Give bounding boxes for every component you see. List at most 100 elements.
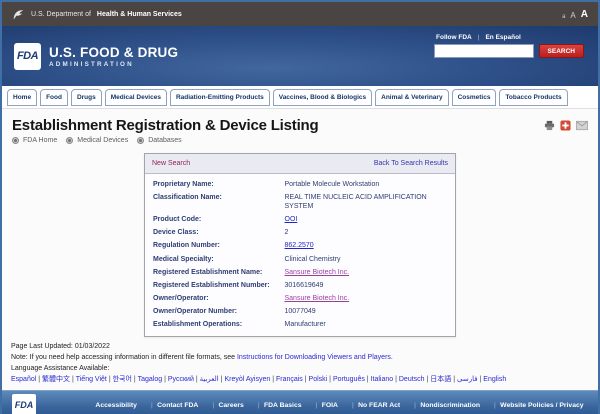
row-value[interactable]: Sansure Biotech Inc.	[285, 295, 350, 302]
table-row: Proprietary Name: Portable Molecule Work…	[145, 178, 455, 191]
nav-tab[interactable]: Cosmetics	[452, 89, 497, 106]
footer-link[interactable]: No FEAR Act	[358, 402, 416, 409]
language-link[interactable]: 한국어	[113, 376, 132, 383]
row-value: Portable Molecule Workstation	[285, 181, 380, 188]
device-detail-table: Proprietary Name: Portable Molecule Work…	[145, 178, 455, 331]
row-label: Owner/Operator Number:	[145, 305, 285, 318]
breadcrumb-bullet-icon	[66, 137, 73, 144]
footer-link[interactable]: Careers	[218, 402, 259, 409]
language-link[interactable]: العربية	[200, 376, 219, 383]
language-link[interactable]: 繁體中文	[42, 376, 70, 383]
email-icon[interactable]	[576, 120, 588, 131]
footer-link[interactable]: FOIA	[322, 402, 354, 409]
nav-tab[interactable]: Drugs	[71, 89, 102, 106]
language-link[interactable]: فارسی	[457, 376, 478, 383]
fda-title: U.S. FOOD & DRUG ADMINISTRATION	[49, 45, 178, 68]
row-value: 3016619649	[285, 282, 324, 289]
table-row: Registered Establishment Name: Sansure B…	[145, 266, 455, 279]
footer-link[interactable]: FDA Basics	[264, 402, 317, 409]
font-size-small-button[interactable]: a	[562, 14, 565, 20]
language-link[interactable]: Polski	[309, 376, 328, 383]
language-link[interactable]: Français	[276, 376, 303, 383]
footer-bar: FDA Accessibility Contact FDA Careers FD…	[2, 390, 598, 414]
share-icon[interactable]	[560, 120, 571, 131]
language-link[interactable]: Русский	[168, 376, 194, 383]
page-action-icons	[544, 120, 588, 131]
main-nav: Home Food Drugs Medical Devices Radiatio…	[2, 86, 598, 109]
row-label: Regulation Number:	[145, 239, 285, 252]
breadcrumb-item[interactable]: Medical Devices	[66, 137, 128, 144]
hhs-department-link[interactable]: U.S. Department of Health & Human Servic…	[12, 8, 182, 21]
fda-title-line2: ADMINISTRATION	[49, 61, 178, 68]
row-label: Registered Establishment Number:	[145, 279, 285, 292]
fda-logo[interactable]: FDA	[14, 43, 41, 70]
print-icon[interactable]	[544, 120, 555, 131]
row-value[interactable]: OOI	[285, 216, 298, 223]
nav-tab[interactable]: Animal & Veterinary	[375, 89, 448, 106]
row-value: Clinical Chemistry	[285, 256, 341, 263]
row-label: Product Code:	[145, 213, 285, 226]
footer-link[interactable]: Contact FDA	[157, 402, 214, 409]
search-input[interactable]	[434, 44, 534, 58]
search-button[interactable]: SEARCH	[539, 44, 584, 58]
header-link-separator: |	[478, 34, 480, 41]
font-size-medium-button[interactable]: A	[570, 11, 575, 20]
table-row: Medical Specialty: Clinical Chemistry	[145, 253, 455, 266]
page: U.S. Department of Health & Human Servic…	[0, 0, 600, 414]
breadcrumb-bullet-icon	[12, 137, 19, 144]
row-label: Device Class:	[145, 226, 285, 239]
nav-tab[interactable]: Radiation-Emitting Products	[170, 89, 270, 106]
language-link[interactable]: Kreyòl Ayisyen	[224, 376, 270, 383]
breadcrumb-bullet-icon	[137, 137, 144, 144]
font-size-large-button[interactable]: A	[581, 9, 588, 20]
language-link[interactable]: Português	[333, 376, 365, 383]
breadcrumb: FDA Home Medical Devices Databases	[12, 137, 318, 144]
row-label: Proprietary Name:	[145, 178, 285, 191]
follow-fda-link[interactable]: Follow FDA	[436, 34, 472, 41]
breadcrumb-label: FDA Home	[23, 137, 57, 144]
row-value: Manufacturer	[285, 321, 326, 328]
language-link[interactable]: Italiano	[371, 376, 394, 383]
en-espanol-link[interactable]: En Español	[485, 34, 520, 41]
nav-tab[interactable]: Home	[7, 89, 37, 106]
table-row: Device Class: 2	[145, 226, 455, 239]
nav-tab[interactable]: Tobacco Products	[499, 89, 567, 106]
fda-title-line1: U.S. FOOD & DRUG	[49, 45, 178, 60]
row-value: 2	[285, 229, 289, 236]
row-value[interactable]: 862.2570	[285, 242, 314, 249]
new-search-link[interactable]: New Search	[152, 160, 190, 167]
main-content: Establishment Registration & Device List…	[2, 109, 598, 337]
panel-header: New Search Back To Search Results	[145, 154, 455, 174]
row-value[interactable]: Sansure Biotech Inc.	[285, 269, 350, 276]
language-link[interactable]: Tagalog	[138, 376, 163, 383]
footer-info: Page Last Updated: 01/03/2022 Note: If y…	[2, 337, 598, 389]
language-link[interactable]: Español	[11, 376, 36, 383]
footer-link[interactable]: Accessibility	[95, 402, 152, 409]
row-label: Registered Establishment Name:	[145, 266, 285, 279]
note-text: Note: If you need help accessing informa…	[11, 354, 237, 361]
hhs-dept-prefix: U.S. Department of	[31, 11, 91, 18]
language-link[interactable]: Deutsch	[399, 376, 425, 383]
language-link[interactable]: Tiếng Việt	[76, 376, 107, 383]
language-link[interactable]: 日本語	[430, 376, 451, 383]
nav-tab[interactable]: Medical Devices	[105, 89, 167, 106]
back-to-search-results-link[interactable]: Back To Search Results	[374, 160, 448, 167]
footer-link[interactable]: Website Policies / Privacy	[500, 402, 583, 409]
table-row: Owner/Operator: Sansure Biotech Inc.	[145, 292, 455, 305]
language-link[interactable]: English	[483, 376, 506, 383]
hhs-bar: U.S. Department of Health & Human Servic…	[2, 2, 598, 26]
breadcrumb-item[interactable]: Databases	[137, 137, 181, 144]
device-listing-panel: New Search Back To Search Results Propri…	[144, 153, 456, 337]
footer-links: Accessibility Contact FDA Careers FDA Ba…	[91, 402, 588, 409]
breadcrumb-item[interactable]: FDA Home	[12, 137, 57, 144]
viewers-players-link[interactable]: Instructions for Downloading Viewers and…	[237, 354, 393, 361]
footer-fda-logo[interactable]: FDA	[12, 394, 36, 414]
nav-tab[interactable]: Food	[40, 89, 68, 106]
table-row: Classification Name: REAL TIME NUCLEIC A…	[145, 191, 455, 213]
breadcrumb-label: Medical Devices	[77, 137, 128, 144]
nav-tab[interactable]: Vaccines, Blood & Biologics	[273, 89, 372, 106]
row-label: Establishment Operations:	[145, 318, 285, 331]
footer-link[interactable]: Nondiscrimination	[420, 402, 495, 409]
table-row: Registered Establishment Number: 3016619…	[145, 279, 455, 292]
page-last-updated: Page Last Updated: 01/03/2022	[11, 342, 589, 353]
